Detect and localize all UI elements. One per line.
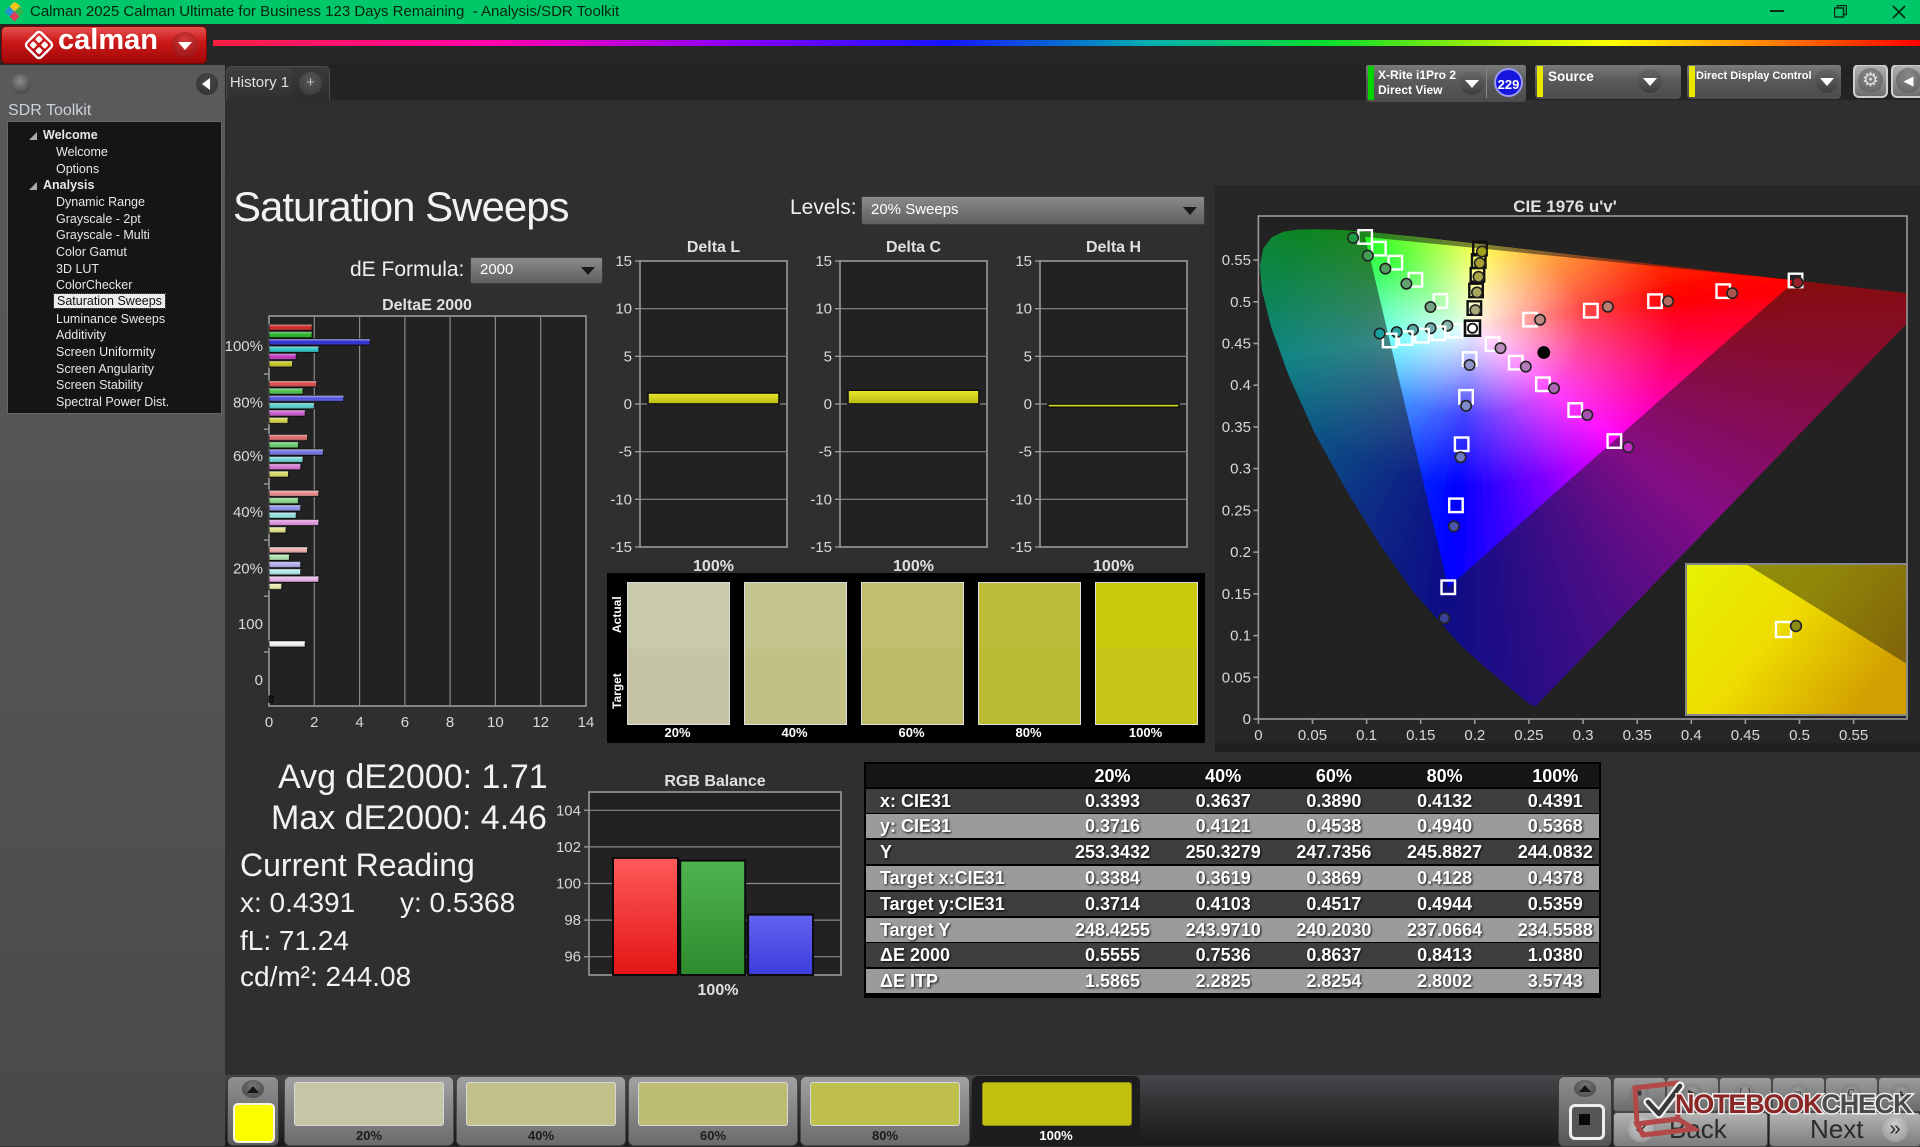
svg-text:100: 100 (556, 876, 581, 893)
svg-text:Delta L: Delta L (687, 239, 741, 256)
svg-text:15: 15 (1015, 253, 1032, 270)
svg-text:0.3: 0.3 (1230, 461, 1251, 478)
svg-text:Delta C: Delta C (886, 239, 942, 256)
svg-text:20%: 20% (233, 560, 263, 577)
svg-text:0.5: 0.5 (1230, 294, 1251, 311)
svg-text:0.25: 0.25 (1514, 727, 1543, 744)
svg-text:12: 12 (532, 714, 549, 731)
svg-text:0.35: 0.35 (1222, 419, 1251, 436)
svg-text:0.35: 0.35 (1623, 727, 1652, 744)
svg-text:-10: -10 (610, 491, 632, 508)
svg-text:0: 0 (265, 714, 273, 731)
svg-text:0: 0 (1024, 396, 1032, 413)
svg-text:15: 15 (615, 253, 632, 270)
svg-text:0.3: 0.3 (1573, 727, 1594, 744)
svg-text:100%: 100% (225, 338, 263, 355)
svg-text:0: 0 (1243, 711, 1251, 728)
svg-text:0.45: 0.45 (1731, 727, 1760, 744)
svg-text:2: 2 (310, 714, 318, 731)
svg-text:RGB Balance: RGB Balance (664, 773, 765, 790)
svg-text:CIE 1976 u'v': CIE 1976 u'v' (1513, 197, 1617, 216)
svg-text:100%: 100% (698, 982, 739, 999)
svg-text:0.4: 0.4 (1681, 727, 1702, 744)
svg-text:6: 6 (401, 714, 409, 731)
svg-text:-10: -10 (1010, 491, 1032, 508)
svg-text:0.4: 0.4 (1230, 377, 1251, 394)
svg-text:5: 5 (824, 348, 832, 365)
svg-text:5: 5 (1024, 348, 1032, 365)
svg-text:60%: 60% (233, 448, 263, 465)
svg-text:14: 14 (578, 714, 595, 731)
svg-text:0.45: 0.45 (1222, 336, 1251, 353)
svg-text:-15: -15 (610, 539, 632, 556)
svg-text:0.05: 0.05 (1298, 727, 1327, 744)
svg-text:104: 104 (556, 802, 581, 819)
svg-text:0.55: 0.55 (1839, 727, 1868, 744)
svg-text:-15: -15 (1010, 539, 1032, 556)
svg-text:5: 5 (624, 348, 632, 365)
svg-text:-5: -5 (1019, 444, 1032, 461)
svg-text:-5: -5 (619, 444, 632, 461)
svg-text:10: 10 (487, 714, 504, 731)
svg-text:0.05: 0.05 (1222, 669, 1251, 686)
svg-text:-15: -15 (810, 539, 832, 556)
svg-text:40%: 40% (233, 504, 263, 521)
svg-text:-5: -5 (819, 444, 832, 461)
svg-text:0.15: 0.15 (1222, 586, 1251, 603)
svg-text:NOTEBOOKCHECK: NOTEBOOKCHECK (1675, 1089, 1913, 1119)
svg-text:0.2: 0.2 (1464, 727, 1485, 744)
svg-text:10: 10 (615, 301, 632, 318)
svg-text:102: 102 (556, 839, 581, 856)
svg-text:Delta H: Delta H (1086, 239, 1141, 256)
svg-text:0.25: 0.25 (1222, 502, 1251, 519)
svg-text:0.2: 0.2 (1230, 544, 1251, 561)
svg-text:15: 15 (815, 253, 832, 270)
svg-text:0: 0 (1254, 727, 1262, 744)
svg-text:10: 10 (815, 301, 832, 318)
svg-text:10: 10 (1015, 301, 1032, 318)
svg-text:0.55: 0.55 (1222, 252, 1251, 269)
svg-text:-10: -10 (810, 491, 832, 508)
svg-text:0.15: 0.15 (1406, 727, 1435, 744)
svg-text:96: 96 (564, 949, 581, 966)
svg-text:4: 4 (355, 714, 363, 731)
svg-text:0.1: 0.1 (1230, 628, 1251, 645)
svg-text:0.1: 0.1 (1356, 727, 1377, 744)
svg-text:0: 0 (255, 672, 263, 689)
svg-text:80%: 80% (233, 394, 263, 411)
svg-text:98: 98 (564, 912, 581, 929)
svg-text:8: 8 (446, 714, 454, 731)
svg-text:0.5: 0.5 (1789, 727, 1810, 744)
svg-text:DeltaE 2000: DeltaE 2000 (382, 297, 472, 314)
svg-text:0: 0 (624, 396, 632, 413)
svg-text:100: 100 (238, 616, 263, 633)
svg-text:0: 0 (824, 396, 832, 413)
